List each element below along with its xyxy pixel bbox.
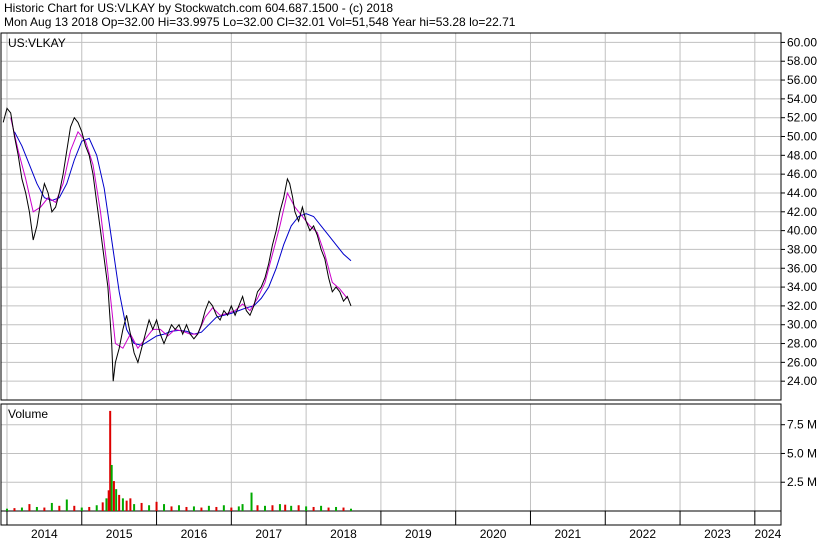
ma-short-line bbox=[10, 117, 348, 350]
volume-bar bbox=[297, 505, 300, 511]
y-tick-label: 26.00 bbox=[787, 355, 817, 369]
x-tick-label: 2016 bbox=[181, 527, 208, 541]
volume-bar bbox=[88, 506, 91, 511]
price-line bbox=[2, 107, 352, 382]
stock-chart: US:VLKAY Volume 60.00 58.00 56.00 54.00 52.0… bbox=[0, 32, 817, 541]
y-tick-label: 60.00 bbox=[787, 35, 817, 49]
volume-bar bbox=[58, 505, 61, 511]
x-tick-label: 2023 bbox=[704, 527, 731, 541]
y-tick-label: 52.00 bbox=[787, 111, 817, 125]
volume-bar bbox=[230, 507, 233, 511]
volume-bar bbox=[133, 504, 136, 511]
volume-bar bbox=[263, 505, 266, 511]
y-tick-label: 54.00 bbox=[787, 92, 817, 106]
y-tick-label: 36.00 bbox=[787, 261, 817, 275]
volume-bar bbox=[271, 505, 274, 511]
volume-bar bbox=[125, 500, 128, 511]
volume-bar bbox=[155, 501, 158, 511]
y-tick-label: 38.00 bbox=[787, 242, 817, 256]
x-tick-label: 2015 bbox=[106, 527, 133, 541]
y-tick-label: 44.00 bbox=[787, 186, 817, 200]
volume-panel-label: Volume bbox=[8, 407, 48, 421]
volume-bar bbox=[129, 498, 132, 511]
volume-bar bbox=[43, 507, 46, 511]
volume-bar bbox=[284, 504, 287, 511]
vol-tick-label: 5.0 M bbox=[787, 446, 817, 460]
volume-bar bbox=[290, 505, 293, 511]
volume-bar bbox=[185, 506, 188, 511]
volume-panel-frame bbox=[0, 403, 782, 512]
vol-tick-label: 7.5 M bbox=[787, 418, 817, 432]
price-axis: 60.00 58.00 56.00 54.00 52.00 50.00 48.00 46.00… bbox=[781, 35, 817, 388]
y-tick-label: 56.00 bbox=[787, 73, 817, 87]
volume-bar bbox=[215, 506, 218, 511]
x-tick-label: 2022 bbox=[629, 527, 656, 541]
y-tick-label: 58.00 bbox=[787, 54, 817, 68]
grid-lines bbox=[1, 33, 781, 511]
volume-bar bbox=[112, 481, 115, 511]
x-tick-label: 2018 bbox=[330, 527, 357, 541]
volume-bar bbox=[327, 507, 330, 511]
volume-bar bbox=[222, 505, 225, 511]
x-tick-label: 2020 bbox=[480, 527, 507, 541]
y-tick-label: 28.00 bbox=[787, 337, 817, 351]
y-tick-label: 46.00 bbox=[787, 167, 817, 181]
volume-bar bbox=[118, 494, 121, 511]
volume-bar bbox=[65, 499, 68, 511]
volume-bar bbox=[5, 508, 8, 511]
volume-bar bbox=[278, 504, 281, 511]
y-tick-label: 42.00 bbox=[787, 205, 817, 219]
volume-bar bbox=[50, 502, 53, 511]
volume-bar bbox=[101, 502, 104, 511]
volume-bar bbox=[349, 508, 352, 511]
price-panel-label: US:VLKAY bbox=[8, 36, 66, 50]
x-tick-label: 2019 bbox=[405, 527, 432, 541]
volume-bar bbox=[192, 506, 195, 511]
volume-bar bbox=[115, 489, 118, 511]
x-tick-label: 2021 bbox=[555, 527, 582, 541]
volume-bar bbox=[305, 506, 308, 511]
volume-bar bbox=[121, 498, 124, 511]
volume-bar bbox=[207, 505, 210, 511]
y-tick-label: 24.00 bbox=[787, 374, 817, 388]
volume-bar bbox=[312, 506, 315, 511]
volume-bar bbox=[335, 506, 338, 511]
volume-bar bbox=[105, 498, 108, 511]
x-tick-label: 2024 bbox=[755, 527, 782, 541]
vol-tick-label: 2.5 M bbox=[787, 475, 817, 489]
y-tick-label: 30.00 bbox=[787, 318, 817, 332]
volume-bar bbox=[200, 507, 203, 511]
volume-bar bbox=[237, 506, 240, 511]
y-tick-label: 34.00 bbox=[787, 280, 817, 294]
x-tick-label: 2017 bbox=[255, 527, 282, 541]
volume-bar bbox=[148, 505, 151, 511]
x-tick-label: 2014 bbox=[31, 527, 58, 541]
volume-bar bbox=[95, 505, 98, 511]
volume-bar bbox=[73, 505, 76, 511]
volume-bar bbox=[170, 506, 173, 511]
volume-bar bbox=[110, 464, 113, 511]
volume-bar bbox=[35, 506, 38, 511]
volume-bar bbox=[256, 505, 259, 511]
volume-bar bbox=[20, 507, 23, 511]
volume-bars bbox=[5, 410, 352, 511]
y-tick-label: 50.00 bbox=[787, 130, 817, 144]
y-tick-label: 40.00 bbox=[787, 224, 817, 238]
y-tick-label: 48.00 bbox=[787, 148, 817, 162]
volume-bar bbox=[28, 504, 31, 511]
volume-bar bbox=[80, 507, 83, 511]
time-axis: 2014 2015 2016 2017 2018 2019 2020 2021 2022 2023… bbox=[6, 511, 782, 541]
volume-bar bbox=[177, 505, 180, 511]
volume-bar bbox=[342, 507, 345, 511]
y-tick-label: 32.00 bbox=[787, 299, 817, 313]
volume-bar bbox=[320, 505, 323, 511]
volume-bar bbox=[163, 504, 166, 511]
volume-bar bbox=[250, 492, 253, 511]
volume-axis: 7.5 M 5.0 M 2.5 M bbox=[781, 418, 817, 489]
volume-bar bbox=[13, 508, 16, 511]
time-axis-frame bbox=[0, 510, 782, 526]
volume-bar bbox=[241, 504, 244, 511]
volume-bar bbox=[140, 502, 143, 511]
